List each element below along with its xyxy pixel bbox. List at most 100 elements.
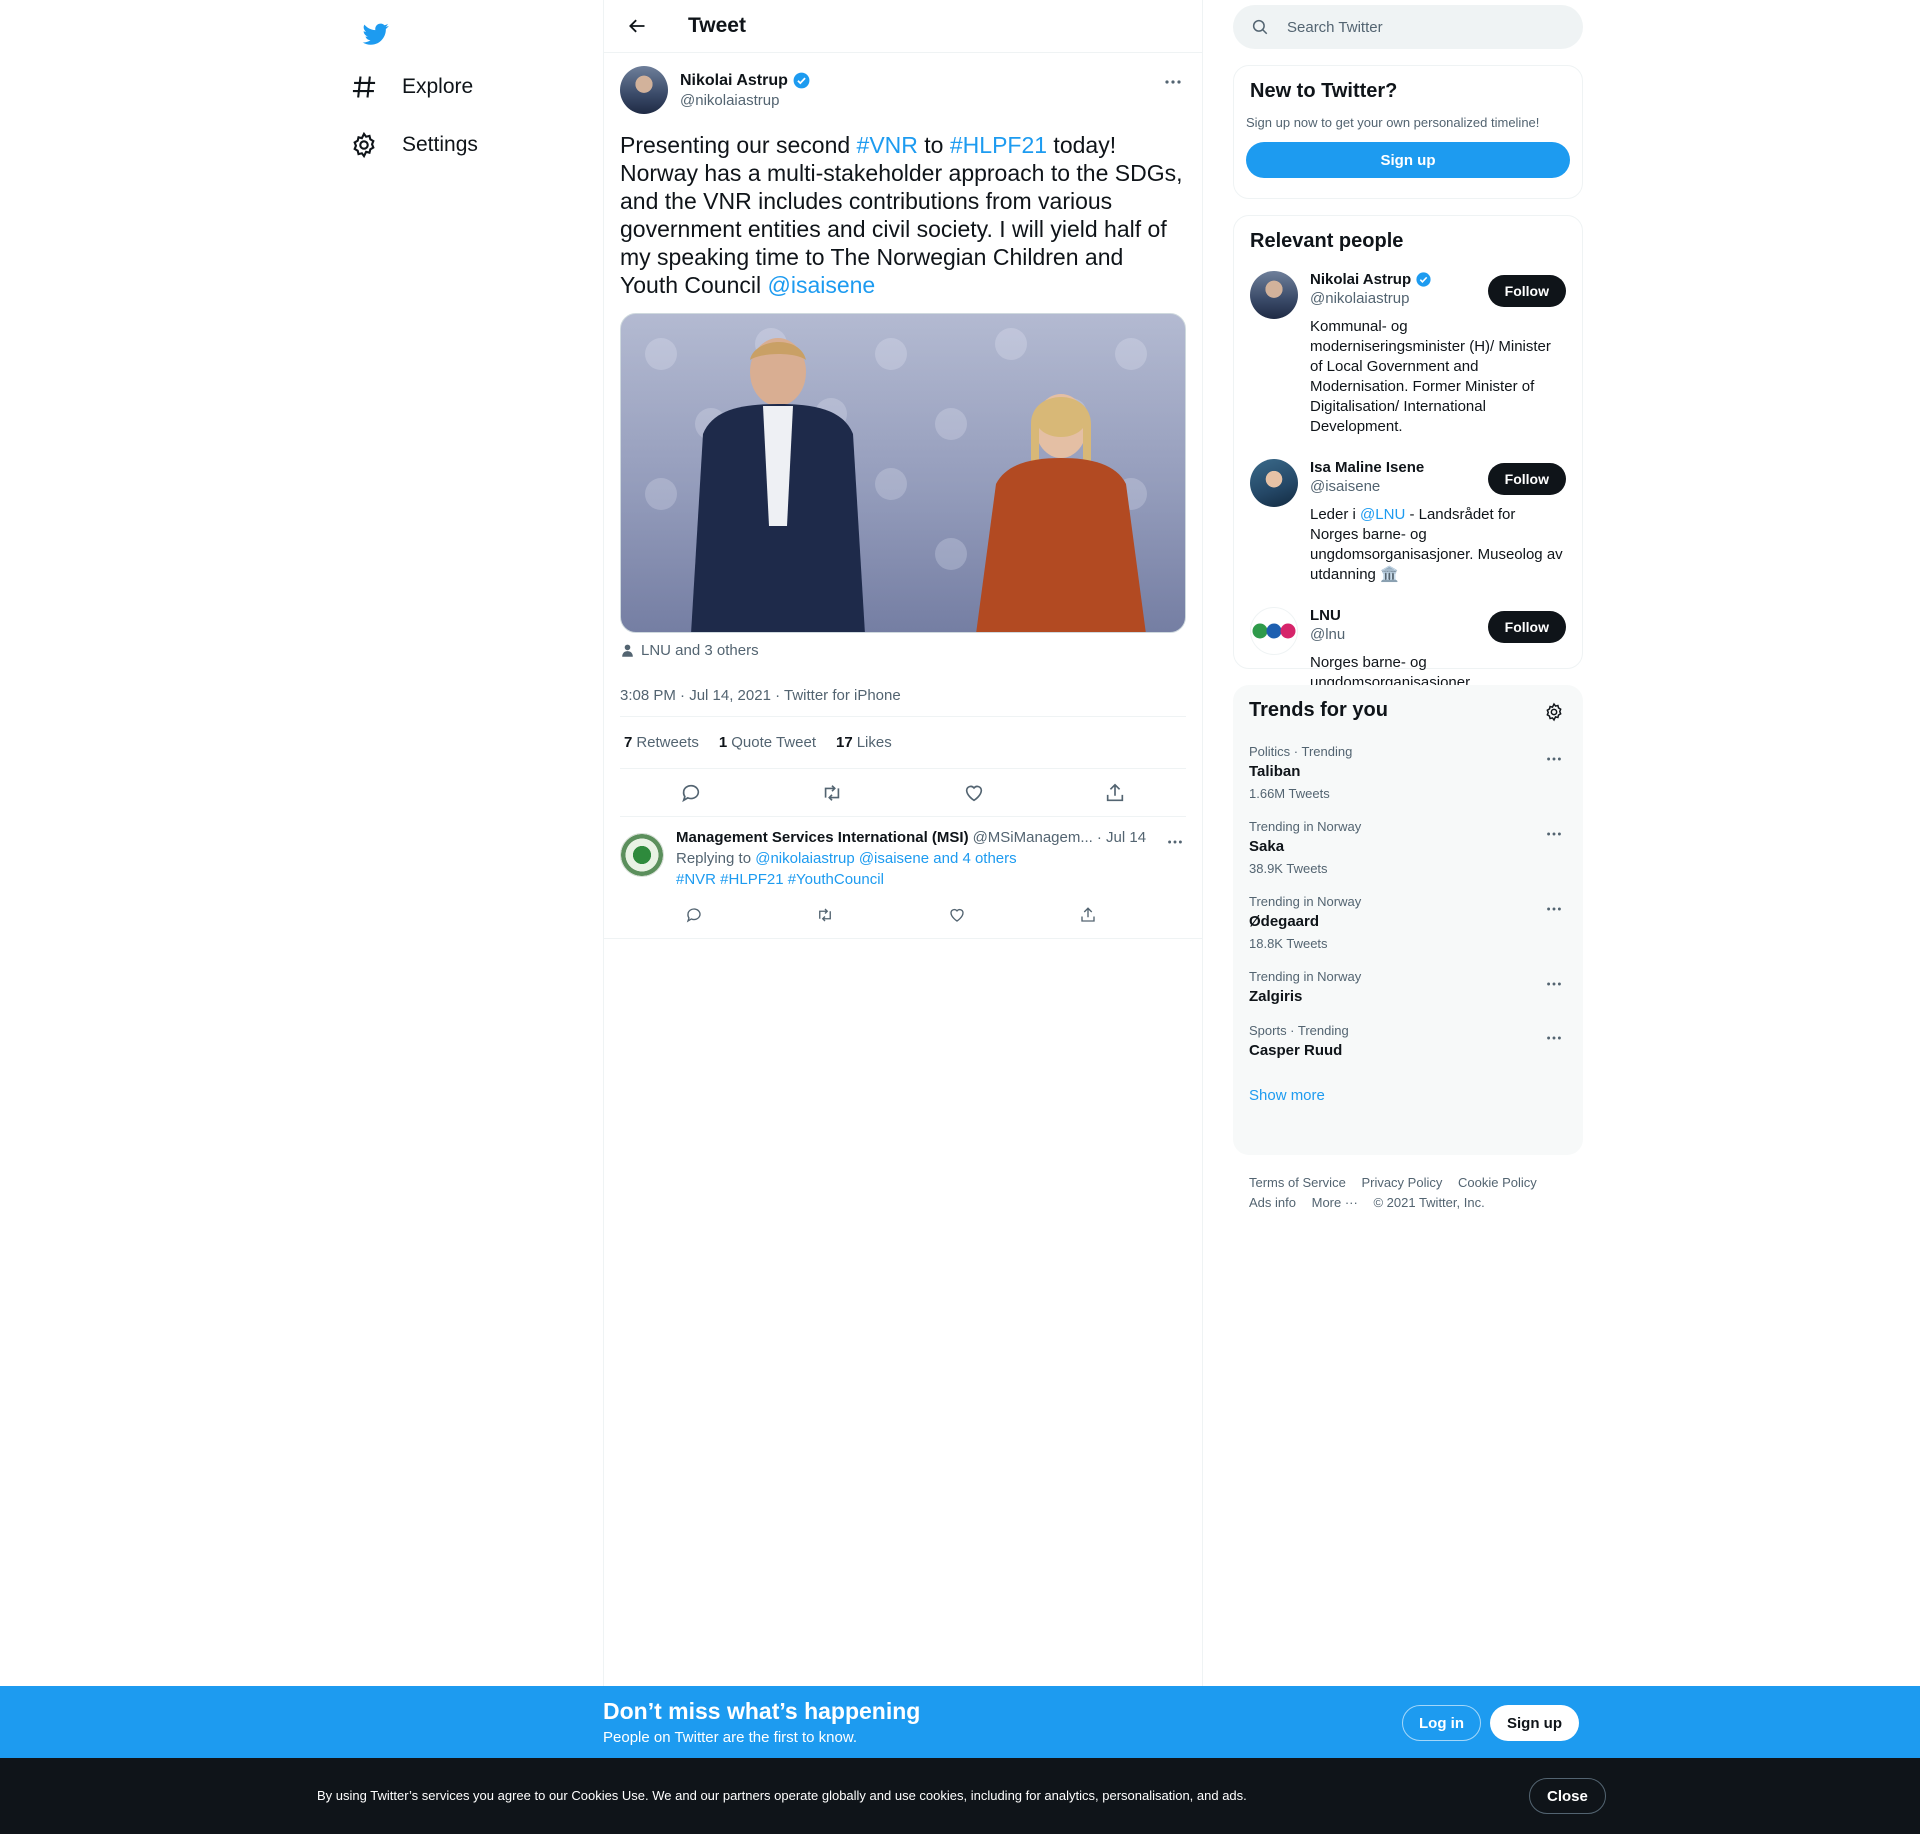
new-to-twitter-card: New to Twitter? Sign up now to get your … (1233, 65, 1583, 199)
follow-button[interactable]: Follow (1487, 463, 1566, 495)
trend-meta: Trending in Norway (1249, 819, 1362, 834)
avatar[interactable] (1250, 271, 1298, 319)
replying-to-links[interactable]: @nikolaiastrup @isaisene and 4 others (755, 850, 1016, 867)
privacy-link[interactable]: Privacy Policy (1361, 1175, 1442, 1190)
heart-icon (965, 785, 982, 801)
mention-isaisene-link[interactable]: @isaisene (767, 272, 875, 298)
tweet-photo[interactable] (620, 313, 1186, 633)
quotes-stat[interactable]: 1 Quote Tweet (719, 734, 816, 751)
reply-share-button[interactable] (1070, 897, 1106, 933)
reply-reply-button[interactable] (676, 897, 712, 933)
trend-meta: Politics · Trending (1249, 744, 1353, 759)
author-name[interactable]: Nikolai Astrup (680, 71, 811, 90)
more-horizontal-icon (1165, 80, 1181, 84)
author-handle[interactable]: @nikolaiastrup (680, 92, 811, 109)
reply-button[interactable] (673, 775, 709, 811)
arrow-left-icon (629, 19, 645, 33)
more-options-button[interactable] (1156, 65, 1190, 99)
retweet-button[interactable] (814, 775, 850, 811)
more-horizontal-icon (1547, 982, 1561, 986)
reply-more-options-button[interactable] (1160, 827, 1190, 857)
retweet-icon (825, 784, 840, 801)
tagged-users[interactable]: LNU and 3 others (620, 639, 1186, 661)
like-button[interactable] (956, 775, 992, 811)
more-link[interactable]: More ··· (1312, 1195, 1358, 1210)
terms-link[interactable]: Terms of Service (1249, 1175, 1346, 1190)
login-button[interactable]: Log in (1402, 1705, 1481, 1741)
reply-author-name[interactable]: Management Services International (MSI) (676, 829, 969, 846)
search-input[interactable] (1287, 18, 1537, 36)
person-icon (622, 644, 633, 657)
back-button[interactable] (620, 9, 654, 43)
tweet-text: Presenting our second #VNR to #HLPF21 to… (620, 131, 1186, 299)
trend-meta: Trending in Norway (1249, 894, 1362, 909)
nav-explore[interactable]: Explore (350, 62, 473, 112)
relevant-people-card: Relevant people Nikolai Astrup @nikolaia… (1233, 215, 1583, 691)
trends-settings-button[interactable] (1541, 699, 1567, 725)
banner-subtitle: People on Twitter are the first to know. (603, 1729, 858, 1746)
nav-settings[interactable]: Settings (350, 120, 478, 170)
reply-like-button[interactable] (939, 897, 975, 933)
cookie-policy-link[interactable]: Cookie Policy (1458, 1175, 1537, 1190)
show-more-link[interactable]: Show more (1249, 1087, 1567, 1104)
person-item[interactable]: Nikolai Astrup @nikolaiastrup Kommunal- … (1250, 271, 1566, 437)
tagged-text: LNU and 3 others (641, 641, 759, 659)
person-item[interactable]: LNU @lnu Norges barne- og ungdomsorganis… (1250, 607, 1566, 693)
more-horizontal-icon (1547, 1036, 1561, 1040)
verified-badge-icon (1416, 272, 1431, 287)
share-button[interactable] (1097, 775, 1133, 811)
tweet-actions (620, 769, 1186, 817)
right-sidebar: New to Twitter? Sign up now to get your … (1233, 0, 1583, 1213)
more-horizontal-icon (1547, 907, 1561, 911)
relevant-people-title: Relevant people (1250, 230, 1404, 252)
avatar[interactable] (620, 833, 664, 877)
likes-stat[interactable]: 17 Likes (836, 734, 892, 751)
tweet-stats: 7 Retweets 1 Quote Tweet 17 Likes (620, 717, 1186, 769)
tweet-text-segment: Presenting our second (620, 132, 857, 158)
main-column: Tweet Nikolai Astrup @nikolaiastrup Pres… (603, 0, 1203, 1686)
ads-info-link[interactable]: Ads info (1249, 1195, 1296, 1210)
hashtag-vnr-link[interactable]: #VNR (857, 132, 918, 158)
quotes-count: 1 (718, 734, 728, 751)
avatar[interactable] (620, 66, 668, 114)
reply-tweet[interactable]: Management Services International (MSI) … (604, 817, 1202, 939)
follow-button[interactable]: Follow (1487, 275, 1566, 307)
heart-icon (949, 908, 964, 922)
sidebar-signup-button[interactable]: Sign up (1246, 142, 1570, 178)
trend-count: 38.9K Tweets (1249, 861, 1328, 876)
trend-more-button[interactable] (1541, 1025, 1567, 1051)
trend-item[interactable]: Trending in Norway Saka 38.9K Tweets (1249, 819, 1567, 876)
reply-date[interactable]: · Jul 14 (1097, 829, 1146, 846)
mention-lnu-link[interactable]: @LNU (1360, 506, 1405, 523)
signup-button[interactable]: Sign up (1490, 1705, 1579, 1741)
trend-more-button[interactable] (1541, 746, 1567, 772)
search-bar[interactable] (1233, 5, 1583, 49)
reply-author-handle[interactable]: @MSiManagem... (973, 829, 1093, 846)
lnu-logo-icon (1252, 623, 1296, 639)
twitter-logo-icon[interactable] (350, 12, 402, 56)
trend-item[interactable]: Sports · Trending Casper Ruud (1249, 1023, 1567, 1059)
share-icon (1081, 907, 1095, 922)
likes-label: Likes (856, 734, 892, 751)
cookie-notice-text: By using Twitter’s services you agree to… (317, 1788, 1247, 1803)
trend-item[interactable]: Trending in Norway Ødegaard 18.8K Tweets (1249, 894, 1567, 951)
lnu-logo-avatar[interactable] (1250, 607, 1298, 655)
trend-more-button[interactable] (1541, 896, 1567, 922)
trend-item[interactable]: Politics · Trending Taliban 1.66M Tweets (1249, 744, 1567, 801)
person-bio: Kommunal- og moderniseringsminister (H)/… (1310, 318, 1551, 435)
cookie-close-button[interactable]: Close (1529, 1778, 1606, 1814)
trend-item[interactable]: Trending in Norway Zalgiris (1249, 969, 1567, 1005)
trend-more-button[interactable] (1541, 821, 1567, 847)
person-item[interactable]: Isa Maline Isene @isaisene Leder i @LNU … (1250, 459, 1566, 585)
photo-person-man (691, 338, 865, 632)
signup-banner: Don’t miss what’s happening People on Tw… (0, 1686, 1920, 1758)
reply-retweet-button[interactable] (807, 897, 843, 933)
follow-button[interactable]: Follow (1487, 611, 1566, 643)
tweet-timestamp[interactable]: 3:08 PM · Jul 14, 2021 · Twitter for iPh… (620, 675, 1186, 717)
hashtag-hlpf21-link[interactable]: #HLPF21 (950, 132, 1047, 158)
reply-hashtags[interactable]: #NVR #HLPF21 #YouthCouncil (676, 871, 1186, 888)
retweets-stat[interactable]: 7 Retweets (624, 734, 699, 751)
avatar[interactable] (1250, 459, 1298, 507)
trend-more-button[interactable] (1541, 971, 1567, 997)
reply-header: Management Services International (MSI) … (676, 829, 1186, 846)
